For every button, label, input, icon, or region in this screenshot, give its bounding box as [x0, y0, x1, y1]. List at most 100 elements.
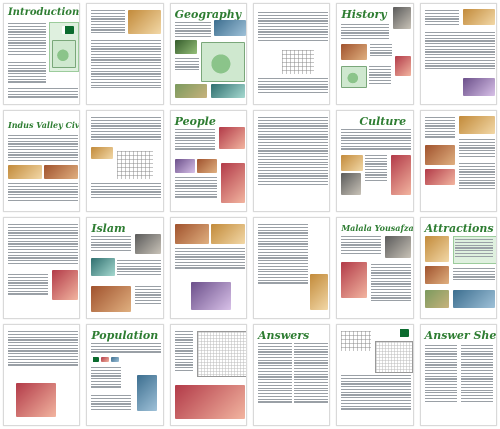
- body-text: [454, 239, 493, 258]
- photo: [174, 84, 207, 98]
- body-text: [370, 44, 393, 58]
- question-lines: [258, 117, 328, 187]
- question-lines: [8, 274, 48, 296]
- page-title: Indus Valley Civilisation: [8, 120, 80, 130]
- body-text: [424, 10, 459, 27]
- page-culture-questions: [3, 217, 81, 319]
- page-title: Malala Yousafzai: [341, 223, 414, 233]
- page-people: People: [169, 110, 247, 212]
- page-population: Population: [86, 324, 164, 426]
- body-text: [174, 58, 199, 72]
- crossword-answer-grid: [341, 331, 372, 351]
- page-history-questions: [419, 3, 497, 105]
- page-answers-grids: [336, 324, 414, 426]
- photo-portrait: [52, 270, 78, 300]
- page-islam-photos: [169, 217, 247, 319]
- page-islam-questions: [253, 217, 331, 319]
- question-lines: [91, 40, 162, 90]
- photo-palace: [16, 383, 56, 417]
- photo: [385, 236, 412, 258]
- crossword-grid: [117, 151, 154, 179]
- page-geography: Geography: [169, 3, 247, 105]
- photo-mountains: [213, 20, 246, 36]
- body-text: [341, 129, 412, 151]
- photo: [424, 266, 449, 284]
- photo: [218, 127, 245, 149]
- body-text: [341, 236, 382, 255]
- page-title: Culture: [359, 115, 407, 128]
- photo: [210, 84, 245, 98]
- wordsearch-grid: [196, 331, 246, 377]
- page-answer-sheet: Answer Sheet: [419, 324, 497, 426]
- body-text: [365, 155, 388, 183]
- photo: [341, 173, 362, 195]
- page-wordsearch: [169, 324, 247, 426]
- question-lines: [258, 78, 328, 95]
- photo-girl: [220, 163, 245, 203]
- flag-image: [397, 329, 410, 337]
- page-intro-questions: [86, 3, 164, 105]
- answer-text: [341, 375, 412, 411]
- photo-mosque: [91, 286, 132, 312]
- body-text: [174, 129, 215, 151]
- body-text: [174, 177, 217, 199]
- body-text: [458, 139, 495, 158]
- photo-prayer: [190, 282, 231, 310]
- answer-text: [258, 343, 292, 404]
- word-list: [174, 331, 193, 373]
- page-answers: Answers: [253, 324, 331, 426]
- photo-ruins: [341, 44, 368, 60]
- body-text: [117, 260, 162, 277]
- answer-lines: [460, 345, 493, 403]
- photo-boy: [137, 375, 158, 411]
- body-text: [8, 88, 78, 99]
- photo: [135, 234, 162, 254]
- question-lines: [424, 32, 495, 71]
- photo: [341, 155, 364, 171]
- body-text: [91, 10, 126, 35]
- photo: [210, 224, 245, 244]
- page-indus-questions: [86, 110, 164, 212]
- page-introduction: Introduction: [3, 3, 81, 105]
- answer-text: [294, 343, 328, 404]
- photo: [424, 236, 449, 262]
- photo-food: [458, 116, 495, 134]
- page-people-questions: [253, 110, 331, 212]
- photo: [452, 290, 495, 308]
- wordsearch-answer-grid: [375, 341, 413, 373]
- photo: [174, 224, 209, 244]
- page-history: History: [336, 3, 414, 105]
- photo: [424, 145, 455, 165]
- page-title: History: [341, 8, 387, 21]
- body-text: [8, 183, 78, 202]
- body-text: [135, 286, 162, 305]
- map-image: [341, 66, 368, 88]
- calligraphy-image: [91, 258, 116, 276]
- photo: [196, 159, 217, 173]
- body-text: [452, 268, 495, 282]
- page-malala: Malala Yousafzai: [336, 217, 414, 319]
- question-lines: [91, 183, 162, 200]
- photo-portrait: [341, 262, 368, 298]
- page-title: Islam: [91, 222, 126, 235]
- photo-dress: [391, 155, 412, 195]
- page-geography-questions: [253, 3, 331, 105]
- flag-image: [91, 357, 100, 362]
- crossword-grid: [282, 50, 314, 74]
- photo: [395, 56, 412, 76]
- photo-collage: [174, 385, 245, 419]
- worksheet-page-grid: Introduction Geography History Indus Val…: [3, 3, 497, 426]
- page-attractions: Attractions: [419, 217, 497, 319]
- page-title: Attractions: [424, 222, 494, 235]
- question-lines: [8, 224, 78, 266]
- photo: [424, 169, 455, 185]
- flag-image: [62, 26, 74, 34]
- body-text: [8, 23, 46, 56]
- data-list: [91, 367, 122, 389]
- flag-image: [101, 357, 110, 362]
- photo: [44, 165, 78, 179]
- body-text: [458, 163, 495, 191]
- page-culture-food: [419, 110, 497, 212]
- question-lines: [258, 224, 308, 285]
- page-title: Answers: [258, 329, 310, 342]
